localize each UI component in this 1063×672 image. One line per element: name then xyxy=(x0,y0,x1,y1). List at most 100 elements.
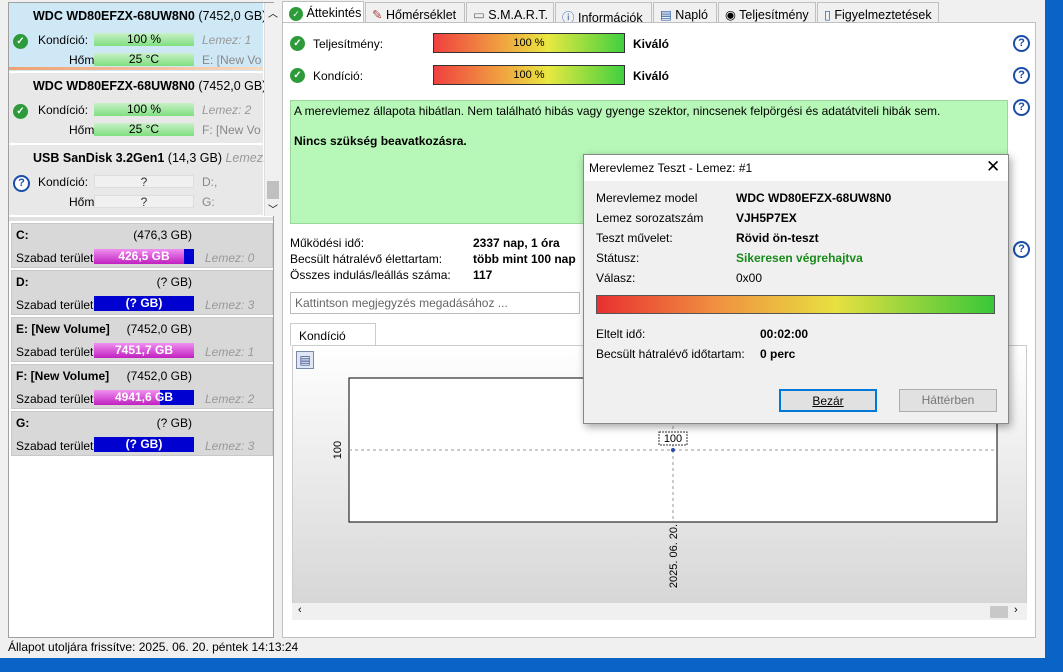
free-space-bar: 4941,6 GB xyxy=(94,390,194,405)
background-button[interactable]: Háttérben xyxy=(899,389,997,412)
volume-name: G: xyxy=(16,416,30,430)
chart-hscrollbar[interactable]: ‹ › xyxy=(292,603,1027,620)
cond-label: Kondíció: xyxy=(38,33,89,47)
cond-bar: 100 % xyxy=(94,103,194,116)
temp-bar: ? xyxy=(94,195,194,209)
volume-item[interactable]: E: [New Volume] (7452,0 GB) Szabad terül… xyxy=(11,317,273,362)
cond-bar: ? xyxy=(94,175,194,189)
free-space-bar: (? GB) xyxy=(94,437,194,452)
y-tick-label: 100 xyxy=(332,441,344,459)
tab-log[interactable]: ▤ Napló xyxy=(653,2,717,23)
disk-item-1[interactable]: WDC WD80EFZX-68UW8N0 (7452,0 GB) ✓ Kondí… xyxy=(9,3,267,71)
free-label: Szabad terület xyxy=(16,298,94,312)
status-bar: Állapot utoljára frissítve: 2025. 06. 20… xyxy=(8,640,299,654)
cond-bar: 100 % xyxy=(433,65,625,85)
cond-ok-icon: ✓ xyxy=(290,68,305,83)
hdd-icon: ▭ xyxy=(473,8,485,22)
disk-title: USB SanDisk 3.2Gen1 (14,3 GB) Lemez: 3 xyxy=(33,151,277,165)
dialog-value: VJH5P7EX xyxy=(736,211,797,225)
log-icon: ▤ xyxy=(660,8,672,22)
test-progress-bar xyxy=(596,295,995,314)
ok-check-icon: ✓ xyxy=(13,34,28,49)
tab-info[interactable]: ⓘ Információk xyxy=(555,2,652,25)
tab-condition-chart[interactable]: Kondíció (%) xyxy=(290,323,376,357)
cond-label: Kondíció: xyxy=(313,69,364,83)
volume-capacity: (? GB) xyxy=(156,416,192,430)
help-icon[interactable]: ? xyxy=(1013,99,1030,116)
free-space-bar: 7451,7 GB xyxy=(94,343,194,358)
remaining-value: 0 perc xyxy=(760,347,796,361)
help-icon[interactable]: ? xyxy=(1013,241,1030,258)
stat-label: Becsült hátralévő élettartam: xyxy=(290,252,443,266)
close-button[interactable]: Bezár xyxy=(779,389,877,412)
free-label: Szabad terület xyxy=(16,439,94,453)
temp-bar: 25 °C xyxy=(94,123,194,136)
scroll-down-icon[interactable]: ﹀ xyxy=(268,201,278,216)
document-icon: ▯ xyxy=(824,8,831,22)
tab-overview[interactable]: ✓ Áttekintés xyxy=(282,1,364,24)
message-text: A merevlemez állapota hibátlan. Nem talá… xyxy=(294,104,941,118)
tab-temperature[interactable]: ✎ Hőmérséklet xyxy=(365,2,465,23)
free-space-bar: 426,5 GB xyxy=(94,249,194,264)
check-icon: ✓ xyxy=(289,7,303,21)
disk-number: Lemez: 1 xyxy=(205,345,255,359)
temp-side: E: [New Vo xyxy=(202,53,262,67)
unknown-status-icon: ? xyxy=(13,175,30,192)
disk-item-2[interactable]: WDC WD80EFZX-68UW8N0 (7452,0 GB) ✓ Kondí… xyxy=(9,73,267,143)
tab-performance[interactable]: ◉ Teljesítmény xyxy=(718,2,816,23)
volume-capacity: (476,3 GB) xyxy=(133,228,192,242)
temp-side: F: [New Vo xyxy=(202,123,261,137)
temp-bar: 25 °C xyxy=(94,53,194,66)
dialog-status-value: Sikeresen végrehajtva xyxy=(736,251,863,265)
volume-item[interactable]: G: (? GB) Szabad terület (? GB) Lemez: 3 xyxy=(11,411,273,456)
close-icon[interactable]: ✕ xyxy=(986,157,1000,177)
free-label: Szabad terület xyxy=(16,251,94,265)
help-icon[interactable]: ? xyxy=(1013,67,1030,84)
help-icon[interactable]: ? xyxy=(1013,35,1030,52)
volume-name: F: [New Volume] xyxy=(16,369,110,383)
scroll-up-icon[interactable]: ︿ xyxy=(268,5,278,20)
disk-number: Lemez: 2 xyxy=(202,103,252,117)
tab-warnings[interactable]: ▯ Figyelmeztetések xyxy=(817,2,939,23)
disk-list-scrollbar[interactable]: ︿ ﹀ xyxy=(264,3,281,216)
dialog-label: Válasz: xyxy=(596,271,636,285)
cond-label: Kondíció: xyxy=(38,175,89,189)
disk-item-3[interactable]: USB SanDisk 3.2Gen1 (14,3 GB) Lemez: 3 ?… xyxy=(9,145,277,215)
elapsed-value: 00:02:00 xyxy=(760,327,809,341)
dialog-label: Teszt művelet: xyxy=(596,231,673,245)
divider xyxy=(9,217,273,221)
cond-bar: 100 % xyxy=(94,33,194,46)
scroll-left-icon[interactable]: ‹ xyxy=(298,604,302,616)
tab-smart[interactable]: ▭ S.M.A.R.T. xyxy=(466,2,554,23)
cond-label: Kondíció: xyxy=(38,103,89,117)
main-window: WDC WD80EFZX-68UW8N0 (7452,0 GB) ✓ Kondí… xyxy=(0,0,1045,658)
scroll-thumb[interactable] xyxy=(267,181,279,199)
temp-side: G: xyxy=(202,195,215,209)
volume-capacity: (7452,0 GB) xyxy=(126,369,192,383)
disk-number: Lemez: 0 xyxy=(205,251,255,265)
volume-item[interactable]: F: [New Volume] (7452,0 GB) Szabad terül… xyxy=(11,364,273,409)
disk-title: WDC WD80EFZX-68UW8N0 (7452,0 GB) xyxy=(33,79,267,93)
temp-gradient xyxy=(9,67,263,70)
free-label: Szabad terület xyxy=(16,392,94,406)
disk-list-panel: WDC WD80EFZX-68UW8N0 (7452,0 GB) ✓ Kondí… xyxy=(8,2,281,638)
ok-check-icon: ✓ xyxy=(13,104,28,119)
stat-label: Működési idő: xyxy=(290,236,365,250)
note-input[interactable]: Kattintson megjegyzés megadásához ... xyxy=(290,292,580,314)
dialog-label: Merevlemez model xyxy=(596,191,698,205)
perf-label: Teljesítmény: xyxy=(313,37,384,51)
scroll-right-icon[interactable]: › xyxy=(1014,604,1018,616)
volume-name: E: [New Volume] xyxy=(16,322,110,336)
hscroll-thumb[interactable] xyxy=(990,606,1008,618)
dialog-value: Rövid ön-teszt xyxy=(736,231,819,245)
dialog-label: Eltelt idő: xyxy=(596,327,646,341)
perf-bar: 100 % xyxy=(433,33,625,53)
data-label: 100 xyxy=(664,433,682,445)
volume-capacity: (? GB) xyxy=(156,275,192,289)
stat-value: 117 xyxy=(473,268,493,282)
volume-item[interactable]: D: (? GB) Szabad terület (? GB) Lemez: 3 xyxy=(11,270,273,315)
disk-title: WDC WD80EFZX-68UW8N0 (7452,0 GB) xyxy=(33,9,267,23)
dialog-label: Lemez sorozatszám xyxy=(596,211,704,225)
cond-side: D:, xyxy=(202,175,218,189)
volume-item[interactable]: C: (476,3 GB) Szabad terület 426,5 GB Le… xyxy=(11,223,273,268)
